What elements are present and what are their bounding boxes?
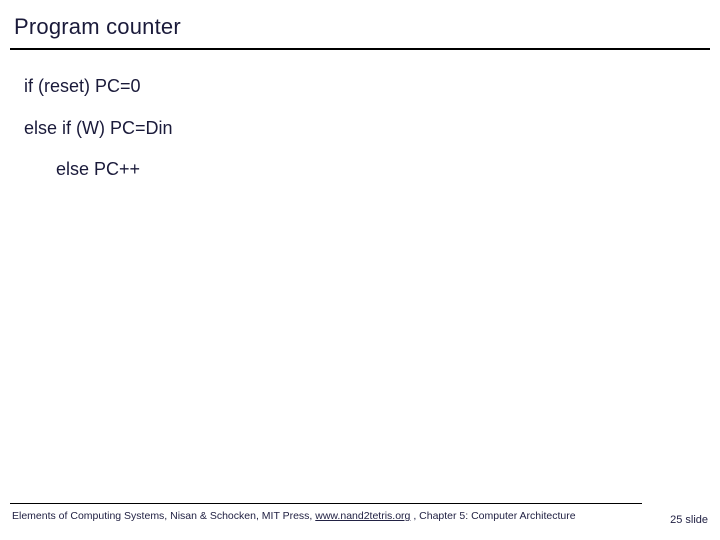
- body-line-2: else if (W) PC=Din: [24, 118, 696, 140]
- slide-body: if (reset) PC=0 else if (W) PC=Din else …: [24, 72, 696, 181]
- body-line-3: else PC++: [56, 159, 696, 181]
- footer-text: Elements of Computing Systems, Nisan & S…: [12, 510, 576, 522]
- slide-title: Program counter: [14, 14, 181, 40]
- footer-suffix: , Chapter 5: Computer Architecture: [410, 510, 575, 522]
- footer-link[interactable]: www.nand2tetris.org: [315, 510, 410, 522]
- body-line-1: if (reset) PC=0: [24, 76, 696, 98]
- footer-rule: [10, 503, 642, 504]
- title-rule: [10, 48, 710, 50]
- page-number: 25 slide: [670, 514, 708, 526]
- slide: Program counter if (reset) PC=0 else if …: [0, 0, 720, 540]
- footer-prefix: Elements of Computing Systems, Nisan & S…: [12, 510, 315, 522]
